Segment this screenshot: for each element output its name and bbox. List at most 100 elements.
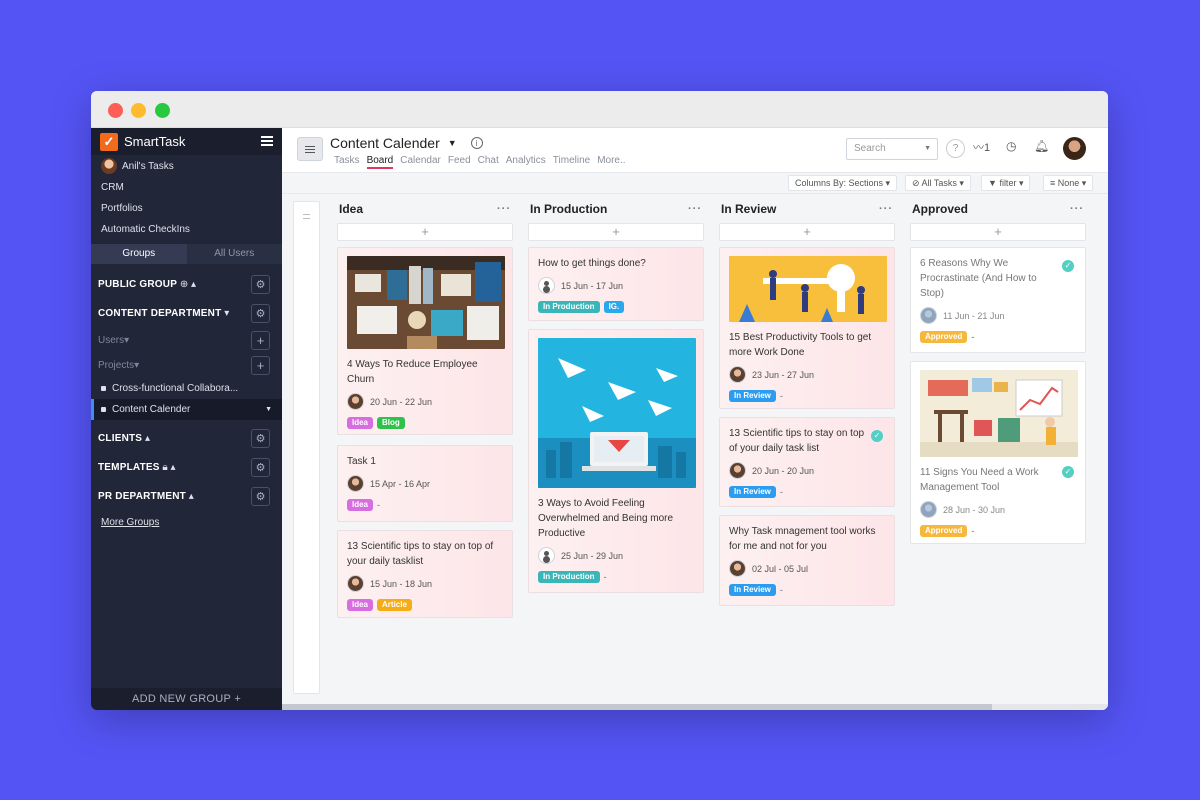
- gear-icon[interactable]: ⚙: [251, 275, 270, 294]
- projects-section[interactable]: Projects▾ +: [91, 353, 282, 378]
- tab-board[interactable]: Board: [366, 155, 394, 169]
- board-column-in-production: In Production ··· + How to get things do…: [528, 195, 704, 593]
- collapsed-section-rail[interactable]: [293, 201, 320, 694]
- card-dates: 15 Jun - 18 Jun: [370, 578, 433, 589]
- sidebar-item-content-calender[interactable]: Content Calender ▼: [91, 399, 282, 420]
- card-image: [920, 370, 1078, 457]
- sidebar-item-cross-functional[interactable]: Cross-functional Collabora...: [91, 378, 282, 399]
- add-card-button[interactable]: +: [337, 223, 513, 241]
- tab-calendar[interactable]: Calendar: [400, 155, 441, 169]
- add-card-button[interactable]: +: [719, 223, 895, 241]
- tab-chat[interactable]: Chat: [478, 155, 499, 169]
- gear-icon[interactable]: ⚙: [251, 458, 270, 477]
- task-card[interactable]: 3 Ways to Avoid Feeling Overwhelmed and …: [528, 329, 704, 593]
- tab-more[interactable]: More..: [597, 155, 625, 169]
- sidebar-item-automatic-checkins[interactable]: Automatic CheckIns: [91, 219, 282, 240]
- scrollbar-thumb[interactable]: [282, 704, 992, 710]
- more-options-icon[interactable]: ···: [879, 203, 893, 215]
- gear-icon[interactable]: ⚙: [251, 304, 270, 323]
- projects-label: Projects: [98, 360, 135, 371]
- group-content-department[interactable]: CONTENT DEPARTMENT ▾ ⚙: [91, 299, 282, 328]
- office-illustration: [920, 370, 1078, 457]
- help-icon[interactable]: ?: [946, 139, 965, 158]
- task-card[interactable]: ✓ 6 Reasons Why We Procrastinate (And Ho…: [910, 247, 1086, 353]
- activity-button[interactable]: 〰1: [973, 139, 990, 155]
- card-meta: 20 Jun - 20 Jun: [729, 462, 885, 479]
- users-section[interactable]: Users▾ +: [91, 328, 282, 353]
- column-title: Approved: [912, 202, 969, 216]
- caret-down-icon[interactable]: ▼: [448, 138, 457, 148]
- task-card[interactable]: ✓ 11 Signs You Need a Work Management To…: [910, 361, 1086, 544]
- team-desk-illustration: [347, 256, 505, 349]
- tag-idea: Idea: [347, 599, 374, 611]
- add-new-group-button[interactable]: ADD NEW GROUP +: [91, 688, 282, 710]
- info-icon[interactable]: i: [470, 137, 483, 149]
- all-tasks-dropdown[interactable]: ⊘ All Tasks ▾: [905, 175, 971, 191]
- more-options-icon[interactable]: ···: [497, 203, 511, 215]
- task-card[interactable]: 15 Best Productivity Tools to get more W…: [719, 247, 895, 409]
- group-clients[interactable]: CLIENTS ▴ ⚙: [91, 424, 282, 453]
- search-input[interactable]: Search ▼: [846, 138, 938, 160]
- search-placeholder: Search: [854, 143, 886, 154]
- sidebar-item-portfolios[interactable]: Portfolios: [91, 198, 282, 219]
- tab-tasks[interactable]: Tasks: [334, 155, 360, 169]
- columns-by-label: Columns By: Sections: [795, 178, 884, 188]
- horizontal-scrollbar[interactable]: [282, 704, 1108, 710]
- group-by-dropdown[interactable]: ≡ None ▾: [1043, 175, 1094, 191]
- card-tags: In Production IG.: [538, 301, 694, 313]
- task-card[interactable]: 13 Scientific tips to stay on top of you…: [337, 530, 513, 618]
- assignee-avatar: [347, 475, 364, 492]
- paper-planes-illustration: [538, 338, 696, 488]
- group-pr-department[interactable]: PR DEPARTMENT ▴ ⚙: [91, 482, 282, 511]
- caret-down-icon: ▾: [124, 335, 130, 346]
- minimize-window-button[interactable]: [131, 103, 146, 118]
- add-user-button[interactable]: +: [251, 331, 270, 350]
- card-title: 6 Reasons Why We Procrastinate (And How …: [920, 258, 1037, 299]
- add-project-button[interactable]: +: [251, 356, 270, 375]
- sidebar-item-crm[interactable]: CRM: [91, 177, 282, 198]
- caret-up-icon: ▴: [144, 433, 150, 444]
- bell-icon[interactable]: 🔔︎: [1034, 139, 1049, 153]
- task-card[interactable]: Task 1 15 Apr - 16 Apr Idea -: [337, 445, 513, 522]
- card-title: Task 1: [347, 456, 376, 467]
- gear-icon[interactable]: ⚙: [251, 429, 270, 448]
- task-card[interactable]: 4 Ways To Reduce Employee Churn 20 Jun -…: [337, 247, 513, 435]
- more-options-icon[interactable]: ···: [1070, 203, 1084, 215]
- all-tasks-label: All Tasks: [921, 178, 957, 188]
- card-title: Why Task mnagement tool works for me and…: [729, 526, 876, 552]
- tab-timeline[interactable]: Timeline: [553, 155, 590, 169]
- maximize-window-button[interactable]: [155, 103, 170, 118]
- card-dates: 15 Apr - 16 Apr: [370, 478, 431, 489]
- assignee-avatar: [729, 366, 746, 383]
- task-card[interactable]: Why Task mnagement tool works for me and…: [719, 515, 895, 606]
- list-view-button[interactable]: [297, 137, 323, 161]
- tab-groups[interactable]: Groups: [91, 244, 187, 264]
- group-templates[interactable]: TEMPLATES 🔒︎ ▴ ⚙: [91, 453, 282, 482]
- gear-icon[interactable]: ⚙: [251, 487, 270, 506]
- filter-bar: Columns By: Sections ▾ ⊘ All Tasks ▾ ▼ f…: [282, 173, 1108, 194]
- group-public[interactable]: PUBLIC GROUP ⊕ ▴ ⚙: [91, 270, 282, 299]
- tab-feed[interactable]: Feed: [448, 155, 471, 169]
- menu-icon[interactable]: [261, 136, 273, 146]
- task-card[interactable]: ✓ 13 Scientific tips to stay on top of y…: [719, 417, 895, 507]
- user-avatar[interactable]: [1063, 137, 1086, 160]
- card-title: How to get things done?: [538, 258, 646, 269]
- filter-dropdown[interactable]: ▼ filter ▾: [981, 175, 1031, 191]
- project-label: Cross-functional Collabora...: [112, 383, 239, 394]
- tab-all-users[interactable]: All Users: [186, 244, 282, 264]
- more-groups-link[interactable]: More Groups: [91, 511, 282, 534]
- task-card[interactable]: How to get things done? 15 Jun - 17 Jun …: [528, 247, 704, 321]
- card-meta: 11 Jun - 21 Jun: [920, 307, 1076, 324]
- more-options-icon[interactable]: ···: [688, 203, 702, 215]
- close-window-button[interactable]: [108, 103, 123, 118]
- tab-analytics[interactable]: Analytics: [506, 155, 546, 169]
- caret-down-icon[interactable]: ▼: [265, 406, 272, 413]
- add-card-button[interactable]: +: [528, 223, 704, 241]
- add-card-button[interactable]: +: [910, 223, 1086, 241]
- tag-in-production: In Production: [538, 571, 600, 583]
- card-dash: -: [779, 585, 783, 595]
- sidebar-item-my-tasks[interactable]: Anil's Tasks: [91, 155, 282, 177]
- clock-icon[interactable]: ◷: [1006, 139, 1016, 153]
- tag-in-review: In Review: [729, 584, 776, 596]
- columns-by-dropdown[interactable]: Columns By: Sections ▾: [788, 175, 898, 191]
